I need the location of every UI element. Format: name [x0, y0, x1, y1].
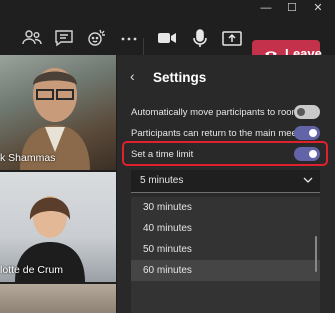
option-item-selected[interactable]: 60 minutes — [131, 260, 320, 281]
time-limit-toggle[interactable] — [294, 147, 320, 161]
participant-name: lotte de Crum — [0, 264, 64, 276]
participant-video-3[interactable] — [0, 284, 116, 313]
back-chevron-icon[interactable]: ‹ — [130, 68, 135, 84]
dropdown-value: 5 minutes — [140, 175, 184, 186]
people-icon[interactable] — [20, 26, 44, 50]
dropdown-scrollbar[interactable] — [315, 236, 317, 272]
time-limit-label: Set a time limit — [131, 149, 194, 160]
time-limit-options-list: 30 minutes 40 minutes 50 minutes 60 minu… — [131, 197, 320, 313]
mic-icon[interactable] — [188, 26, 212, 50]
reactions-icon[interactable] — [85, 26, 109, 50]
close-window-button[interactable]: ✕ — [305, 0, 331, 16]
maximize-button[interactable]: ☐ — [279, 0, 305, 16]
auto-move-label: Automatically move participants to rooms — [131, 107, 305, 118]
participant-video-1[interactable]: k Shammas — [0, 55, 116, 170]
title-bar: — ☐ ✕ — [0, 0, 335, 16]
panel-title: Settings — [153, 70, 207, 85]
participant-video-2[interactable]: lotte de Crum — [0, 172, 116, 282]
option-item[interactable]: 50 minutes — [131, 239, 320, 260]
chat-icon[interactable] — [52, 26, 76, 50]
chevron-down-icon — [303, 177, 313, 183]
return-main-toggle[interactable] — [294, 126, 320, 140]
meeting-toolbar: Leave — [0, 16, 335, 66]
more-icon[interactable] — [117, 26, 141, 50]
option-item[interactable]: 30 minutes — [131, 197, 320, 218]
camera-icon[interactable] — [155, 26, 179, 50]
minimize-button[interactable]: — — [253, 0, 279, 16]
auto-move-toggle[interactable] — [294, 105, 320, 119]
time-limit-dropdown[interactable]: 5 minutes — [131, 170, 320, 193]
share-icon[interactable] — [220, 26, 244, 50]
option-item[interactable]: 40 minutes — [131, 218, 320, 239]
return-main-label: Participants can return to the main meet… — [131, 128, 313, 139]
participant-name: k Shammas — [0, 152, 56, 164]
